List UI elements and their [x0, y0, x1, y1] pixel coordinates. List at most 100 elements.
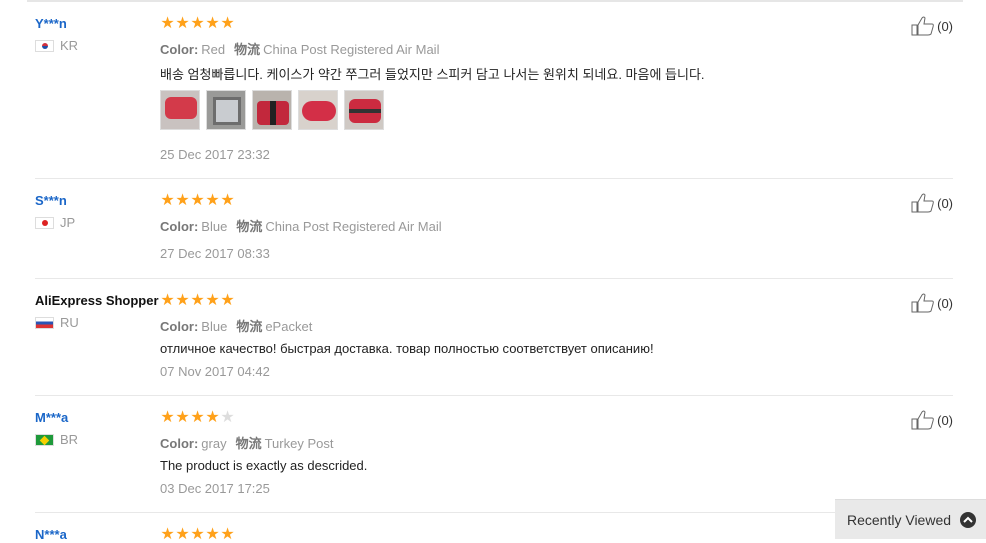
review-date: 27 Dec 2017 08:33 [160, 246, 270, 261]
country-code: KR [60, 38, 79, 53]
chevron-up-icon [960, 511, 976, 528]
star-icon: ★ [220, 15, 235, 32]
flag-icon [35, 39, 54, 52]
helpful-count: (0) [937, 412, 953, 428]
star-icon: ★ [190, 192, 205, 209]
star-icon: ★ [190, 526, 205, 543]
thumbs-up-icon [911, 293, 934, 313]
star-rating: ★ ★ ★ ★ ★ [160, 526, 235, 543]
review-photo-thumbnail[interactable] [344, 90, 384, 130]
star-icon: ★ [220, 192, 235, 209]
star-icon: ★ [205, 192, 220, 209]
thumbs-up-icon [911, 193, 934, 213]
star-icon: ★ [175, 409, 190, 426]
color-label: Color: [160, 219, 199, 234]
star-icon: ★ [175, 526, 190, 543]
star-icon: ★ [190, 15, 205, 32]
color-label: Color: [160, 436, 199, 451]
review-text: 배송 엄청빠릅니다. 케이스가 약간 쭈그러 들었지만 스피커 담고 나서는 원… [160, 67, 705, 82]
star-rating: ★ ★ ★ ★ ★ [160, 292, 235, 309]
review-photo-thumbnail[interactable] [160, 90, 200, 130]
review-meta: Color: Blue 物流 China Post Registered Air Ma… [160, 216, 442, 235]
review-meta: Color: gray 物流 Turkey Post [160, 433, 333, 452]
star-icon: ★ [160, 292, 175, 309]
star-icon: ★ [160, 15, 175, 32]
helpful-button[interactable]: (0) [911, 16, 953, 36]
star-rating: ★ ★ ★ ★ ★ [160, 409, 235, 426]
flag-icon [35, 316, 54, 329]
reviewer-country: KR [35, 38, 78, 53]
review-date: 07 Nov 2017 04:42 [160, 364, 270, 379]
star-icon: ★ [160, 526, 175, 543]
shipping-label: 物流 [236, 319, 263, 334]
review-photo-thumbnail[interactable] [252, 90, 292, 130]
review-date: 25 Dec 2017 23:32 [160, 147, 270, 162]
review-text: отличное качество! быстрая доставка. тов… [160, 341, 654, 356]
divider [35, 512, 953, 513]
star-icon: ★ [175, 292, 190, 309]
top-divider [27, 0, 963, 2]
reviewer-name[interactable]: M***a [35, 410, 68, 425]
review-meta: Color: Blue 物流 ePacket [160, 316, 312, 335]
shipping-value: ePacket [265, 319, 313, 334]
review-meta: Color: Red 物流 China Post Registered Air Mai… [160, 39, 439, 58]
country-code: JP [60, 215, 76, 230]
shipping-value: Turkey Post [264, 436, 334, 451]
star-rating: ★ ★ ★ ★ ★ [160, 15, 235, 32]
reviewer-name[interactable]: Y***n [35, 16, 67, 31]
helpful-button[interactable]: (0) [911, 410, 953, 430]
helpful-button[interactable]: (0) [911, 193, 953, 213]
star-icon: ★ [205, 526, 220, 543]
star-icon: ★ [205, 292, 220, 309]
color-value: Red [201, 42, 226, 57]
star-rating: ★ ★ ★ ★ ★ [160, 192, 235, 209]
reviewer-name[interactable]: S***n [35, 193, 67, 208]
review-item: S***n JP ★ ★ ★ ★ ★ Color: Blue 物流 China Post Re… [35, 193, 953, 279]
reviewer-country: BR [35, 432, 78, 447]
reviewer-name[interactable]: N***a [35, 527, 67, 542]
color-value: gray [201, 436, 227, 451]
star-icon: ★ [205, 409, 220, 426]
shipping-value: China Post Registered Air Mail [263, 42, 440, 57]
thumbs-up-icon [911, 16, 934, 36]
star-icon: ★ [220, 292, 235, 309]
star-icon: ★ [220, 526, 235, 543]
divider [35, 178, 953, 179]
flag-icon [35, 433, 54, 446]
flag-icon [35, 216, 54, 229]
helpful-count: (0) [937, 195, 953, 211]
shipping-label: 物流 [236, 219, 263, 234]
helpful-count: (0) [937, 18, 953, 34]
review-item: AliExpress Shopper RU ★ ★ ★ ★ ★ Color: Blue 物流… [35, 293, 953, 396]
review-item: M***a BR ★ ★ ★ ★ ★ Color: gray 物流 Turkey Post T… [35, 410, 953, 513]
star-empty-icon: ★ [220, 409, 235, 426]
review-photo-thumbnail[interactable] [298, 90, 338, 130]
review-photos [160, 90, 384, 130]
color-value: Blue [201, 319, 228, 334]
recently-viewed-tab[interactable]: Recently Viewed [835, 499, 986, 539]
review-date: 03 Dec 2017 17:25 [160, 481, 270, 496]
helpful-button[interactable]: (0) [911, 293, 953, 313]
star-icon: ★ [160, 409, 175, 426]
divider [35, 278, 953, 279]
color-value: Blue [201, 219, 228, 234]
shipping-label: 物流 [234, 42, 261, 57]
star-icon: ★ [175, 15, 190, 32]
star-icon: ★ [190, 292, 205, 309]
recently-viewed-label: Recently Viewed [847, 511, 952, 528]
star-icon: ★ [190, 409, 205, 426]
shipping-value: China Post Registered Air Mail [265, 219, 442, 234]
country-code: RU [60, 315, 79, 330]
shipping-label: 物流 [235, 436, 262, 451]
thumbs-up-icon [911, 410, 934, 430]
review-text: The product is exactly as descrided. [160, 458, 368, 473]
color-label: Color: [160, 319, 199, 334]
star-icon: ★ [205, 15, 220, 32]
divider [35, 395, 953, 396]
helpful-count: (0) [937, 295, 953, 311]
color-label: Color: [160, 42, 199, 57]
review-photo-thumbnail[interactable] [206, 90, 246, 130]
star-icon: ★ [175, 192, 190, 209]
star-icon: ★ [160, 192, 175, 209]
country-code: BR [60, 432, 79, 447]
